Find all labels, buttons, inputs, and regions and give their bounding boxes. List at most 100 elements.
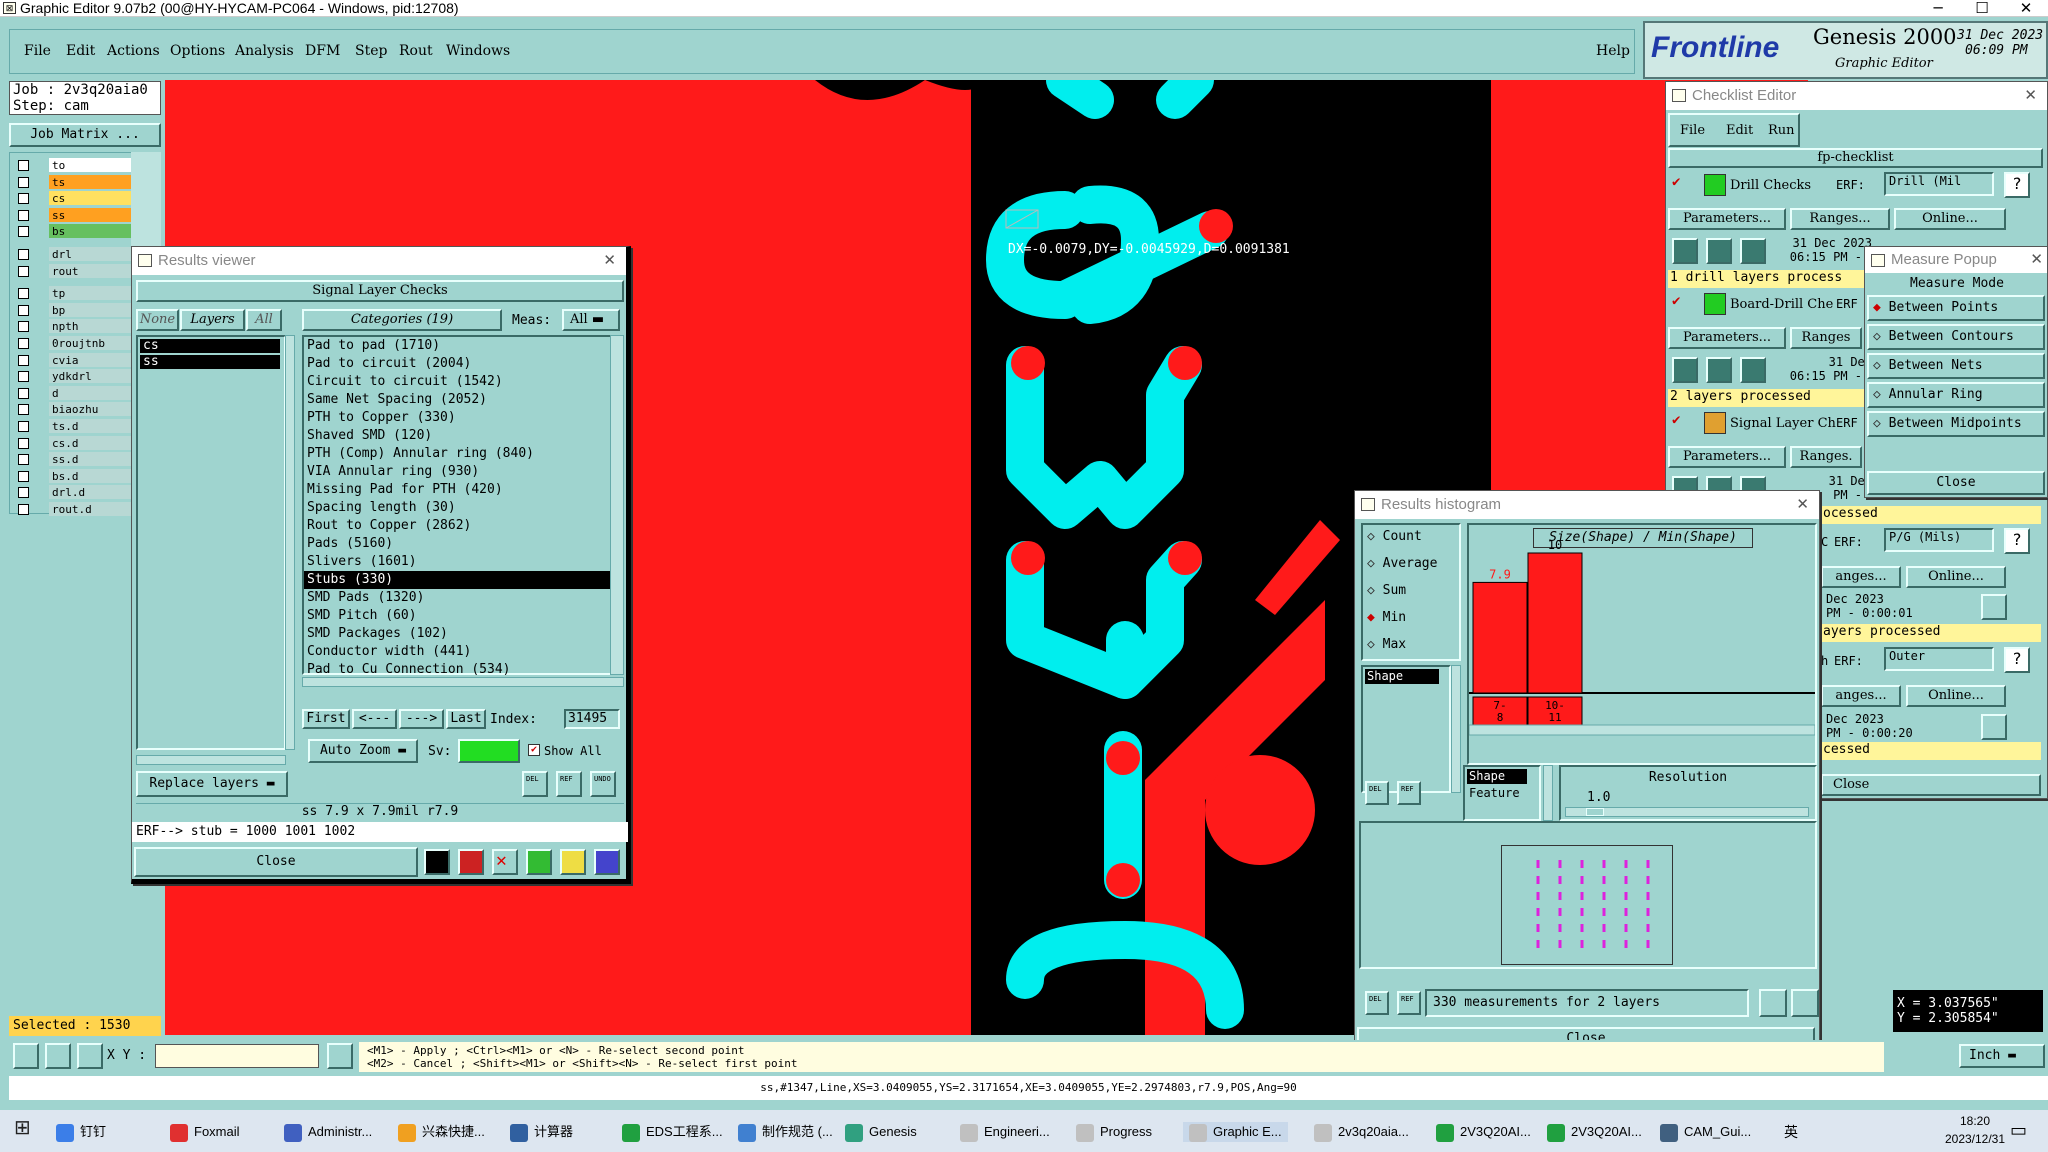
layer-row[interactable]: cs.d	[14, 435, 132, 451]
check-name[interactable]: Board-Drill Che	[1730, 297, 1833, 312]
taskbar-item[interactable]: 2V3Q20AI...	[1436, 1122, 1531, 1142]
category-item[interactable]: Rout to Copper (2862)	[304, 517, 610, 535]
results-layer-list[interactable]: cs ss	[136, 335, 286, 750]
layer-row[interactable]: to	[14, 158, 132, 173]
layer-checkbox[interactable]	[18, 504, 29, 515]
layer-row[interactable]: drl	[14, 247, 132, 262]
taskbar-item[interactable]: CAM_Gui...	[1660, 1122, 1751, 1142]
category-item[interactable]: Conductor width (441)	[304, 643, 610, 661]
menu-step[interactable]: Step	[355, 43, 387, 59]
shape-list-scroll[interactable]	[1451, 665, 1461, 793]
sv-color-select[interactable]	[458, 739, 520, 763]
del-icon[interactable]: DEL	[1365, 781, 1389, 805]
windows-start-icon[interactable]: ⊞	[14, 1118, 31, 1138]
help-icon[interactable]: ?	[2004, 528, 2030, 554]
lang-indicator[interactable]: 英	[1784, 1122, 1798, 1142]
recycle-icon[interactable]	[526, 849, 552, 875]
categories-vscroll[interactable]	[610, 335, 624, 675]
menu-dfm[interactable]: DFM	[305, 43, 340, 59]
shape-list[interactable]: Shape	[1361, 665, 1451, 793]
run-icon[interactable]	[1672, 357, 1698, 383]
histogram-option[interactable]: ◇ Max	[1367, 637, 1406, 652]
layer-row[interactable]: bs.d	[14, 468, 132, 484]
close-icon[interactable]: ✕	[603, 247, 616, 275]
shape-feature-scroll[interactable]	[1543, 765, 1553, 821]
category-item[interactable]: Same Net Spacing (2052)	[304, 391, 610, 409]
menu-help[interactable]: Help	[1596, 43, 1630, 59]
ref-icon[interactable]: REF	[1397, 991, 1421, 1015]
maximize-button[interactable]: ☐	[1960, 0, 2004, 17]
category-item[interactable]: Stubs (330)	[304, 571, 610, 589]
histogram-option[interactable]: ◇ Count	[1367, 529, 1422, 544]
help-icon[interactable]: ?	[2004, 647, 2030, 673]
shape-feature-item[interactable]: Shape	[1467, 769, 1527, 784]
last-button[interactable]: Last	[446, 709, 486, 729]
measure-icon[interactable]	[45, 1043, 71, 1069]
undo-icon[interactable]: UNDO	[590, 771, 616, 797]
layer-row[interactable]: ts	[14, 174, 132, 190]
histogram-option[interactable]: ◇ Sum	[1367, 583, 1406, 598]
layer-row[interactable]: biaozhu	[14, 402, 132, 417]
next-button[interactable]: --->	[399, 709, 444, 729]
layer-checkbox[interactable]	[18, 454, 29, 466]
parameters-button[interactable]: Parameters...	[1668, 327, 1786, 349]
category-item[interactable]: Missing Pad for PTH (420)	[304, 481, 610, 499]
layer-checkbox[interactable]	[18, 209, 29, 221]
taskbar-item[interactable]: Foxmail	[170, 1122, 240, 1142]
resolution-slider-thumb[interactable]	[1586, 808, 1604, 816]
check-action-icon[interactable]	[1704, 174, 1726, 196]
taskbar-item[interactable]: 2V3Q20AI...	[1547, 1122, 1642, 1142]
category-item[interactable]: Circuit to circuit (1542)	[304, 373, 610, 391]
categories-list[interactable]: Pad to pad (1710) Pad to circuit (2004) Ci…	[302, 335, 612, 677]
checklist-close-button[interactable]: Close	[1821, 774, 2041, 796]
shape-feature-list[interactable]: Shape Feature	[1463, 765, 1541, 821]
category-item[interactable]: VIA Annular ring (930)	[304, 463, 610, 481]
check-action-icon[interactable]	[1704, 412, 1726, 434]
measure-mode-option[interactable]: ◆ Between Points	[1867, 295, 2045, 321]
results-close-button[interactable]: Close	[134, 847, 418, 877]
menu-edit[interactable]: Edit	[66, 43, 95, 59]
close-icon[interactable]: ✕	[2030, 247, 2043, 273]
layer-list-hscroll[interactable]	[136, 755, 286, 765]
taskbar-item[interactable]: Administr...	[284, 1122, 372, 1142]
layer-row[interactable]: ss.d	[14, 452, 132, 467]
layer-checkbox[interactable]	[18, 304, 29, 316]
units-select[interactable]: Inch ▬	[1959, 1044, 2045, 1068]
category-item[interactable]: Pads (5160)	[304, 535, 610, 553]
layer-checkbox[interactable]	[18, 160, 29, 171]
layer-row[interactable]: npth	[14, 319, 132, 334]
info-icon[interactable]	[327, 1043, 353, 1069]
layer-row[interactable]: bs	[14, 224, 132, 239]
report-icon[interactable]	[560, 849, 586, 875]
taskbar-item[interactable]: 钉钉	[56, 1122, 106, 1142]
category-item[interactable]: Pad to circuit (2004)	[304, 355, 610, 373]
preview-board[interactable]	[1501, 845, 1673, 965]
menu-options[interactable]: Options	[170, 43, 225, 59]
checklist-menu-edit[interactable]: Edit	[1726, 123, 1753, 138]
item4-ranges-button[interactable]: anges...	[1821, 566, 1901, 588]
ranges-button[interactable]: Ranges.	[1790, 446, 1862, 468]
layer-list-vscroll[interactable]	[285, 335, 295, 750]
run-icon[interactable]	[1706, 357, 1732, 383]
menu-actions[interactable]: Actions	[107, 43, 160, 59]
item4-online-button[interactable]: Online...	[1906, 566, 2006, 588]
item5-ranges-button[interactable]: anges...	[1821, 685, 1901, 707]
meas-select[interactable]: All ▬	[562, 309, 620, 331]
run-icon[interactable]	[1740, 357, 1766, 383]
close-icon[interactable]: ✕	[2024, 82, 2037, 110]
replace-layers-select[interactable]: Replace layers ▬	[136, 771, 288, 797]
measure-mode-option[interactable]: ◇ Between Midpoints	[1867, 411, 2045, 437]
categories-hscroll[interactable]	[302, 677, 624, 687]
zoom-icon[interactable]	[1981, 594, 2007, 620]
index-input[interactable]: 31495	[564, 709, 620, 729]
menu-file[interactable]: File	[24, 43, 51, 59]
help-icon[interactable]: ?	[2004, 172, 2030, 198]
results-layer-item[interactable]: cs	[140, 339, 280, 353]
histogram-chart[interactable]: Size(Shape) / Min(Shape) 7.9 7- 8 10 10- 11	[1467, 523, 1817, 765]
category-item[interactable]: Shaved SMD (120)	[304, 427, 610, 445]
category-item[interactable]: PTH (Comp) Annular ring (840)	[304, 445, 610, 463]
ranges-button[interactable]: Ranges	[1790, 327, 1862, 349]
notification-icon[interactable]: ▭	[2010, 1120, 2027, 1141]
layer-row[interactable]: drl.d	[14, 485, 132, 500]
check-name[interactable]: Signal Layer Ch	[1730, 416, 1836, 431]
